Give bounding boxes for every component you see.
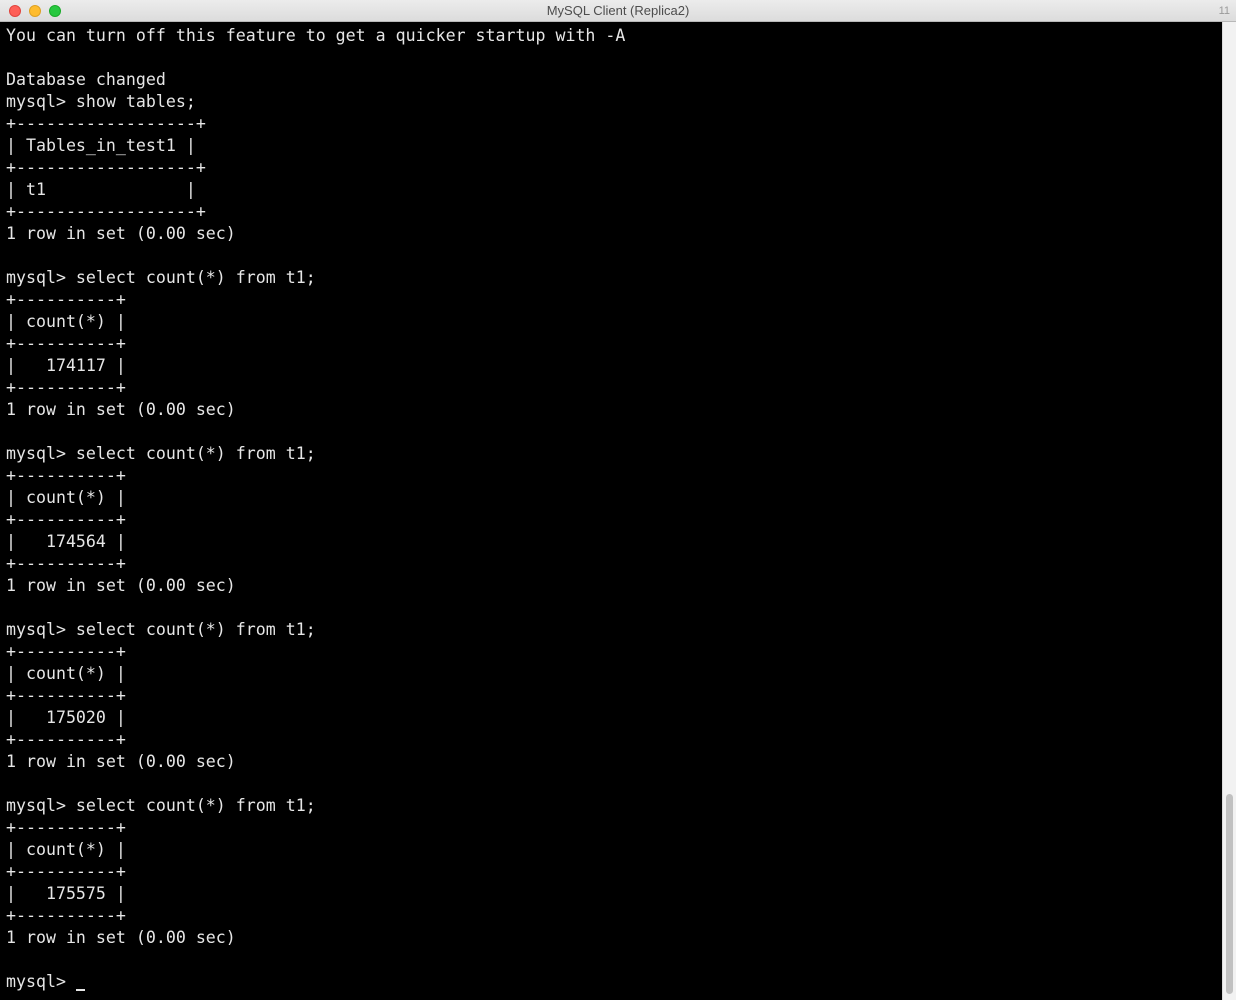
terminal-line: Database changed: [6, 70, 166, 89]
terminal-line: | count(*) |: [6, 840, 126, 859]
terminal-line: You can turn off this feature to get a q…: [6, 26, 626, 45]
terminal-line: +----------+: [6, 906, 126, 925]
terminal-line: +----------+: [6, 290, 126, 309]
terminal-line: | count(*) |: [6, 664, 126, 683]
terminal-line: | count(*) |: [6, 488, 126, 507]
terminal-line: 1 row in set (0.00 sec): [6, 400, 236, 419]
terminal-output: You can turn off this feature to get a q…: [0, 22, 1222, 993]
terminal-line: +----------+: [6, 554, 126, 573]
terminal-line: +----------+: [6, 334, 126, 353]
vertical-scrollbar[interactable]: [1222, 22, 1236, 1000]
terminal-line: +----------+: [6, 686, 126, 705]
terminal-line: 1 row in set (0.00 sec): [6, 928, 236, 947]
terminal-line: +----------+: [6, 642, 126, 661]
terminal-line: 1 row in set (0.00 sec): [6, 576, 236, 595]
terminal-line: | 175575 |: [6, 884, 126, 903]
terminal-line: | Tables_in_test1 |: [6, 136, 196, 155]
scrollbar-thumb[interactable]: [1226, 794, 1233, 994]
terminal-line: +----------+: [6, 510, 126, 529]
terminal-line: +----------+: [6, 818, 126, 837]
terminal-line: mysql> select count(*) from t1;: [6, 620, 316, 639]
terminal-line: | 175020 |: [6, 708, 126, 727]
terminal-line: | 174564 |: [6, 532, 126, 551]
terminal-line: +----------+: [6, 378, 126, 397]
prompt-text: mysql>: [6, 972, 76, 991]
terminal-line: mysql> select count(*) from t1;: [6, 796, 316, 815]
terminal-line: +----------+: [6, 466, 126, 485]
terminal-line: mysql> select count(*) from t1;: [6, 268, 316, 287]
text-cursor: [75, 989, 85, 991]
prompt-line[interactable]: mysql>: [6, 971, 1222, 993]
terminal-line: +----------+: [6, 862, 126, 881]
terminal-line: +------------------+: [6, 202, 206, 221]
terminal-line: mysql> select count(*) from t1;: [6, 444, 316, 463]
title-bar[interactable]: MySQL Client (Replica2) 11: [0, 0, 1236, 22]
terminal-line: | t1 |: [6, 180, 196, 199]
terminal-window: MySQL Client (Replica2) 11 You can turn …: [0, 0, 1236, 1000]
terminal-area[interactable]: You can turn off this feature to get a q…: [0, 22, 1222, 1000]
terminal-line: +------------------+: [6, 158, 206, 177]
terminal-line: | 174117 |: [6, 356, 126, 375]
terminal-line: +------------------+: [6, 114, 206, 133]
terminal-line: | count(*) |: [6, 312, 126, 331]
window-title: MySQL Client (Replica2): [546, 3, 690, 18]
terminal-line: 1 row in set (0.00 sec): [6, 752, 236, 771]
terminal-lines: You can turn off this feature to get a q…: [6, 25, 1222, 971]
terminal-line: 1 row in set (0.00 sec): [6, 224, 236, 243]
terminal-line: +----------+: [6, 730, 126, 749]
terminal-line: mysql> show tables;: [6, 92, 196, 111]
window-corner-number: 11: [1218, 5, 1230, 17]
